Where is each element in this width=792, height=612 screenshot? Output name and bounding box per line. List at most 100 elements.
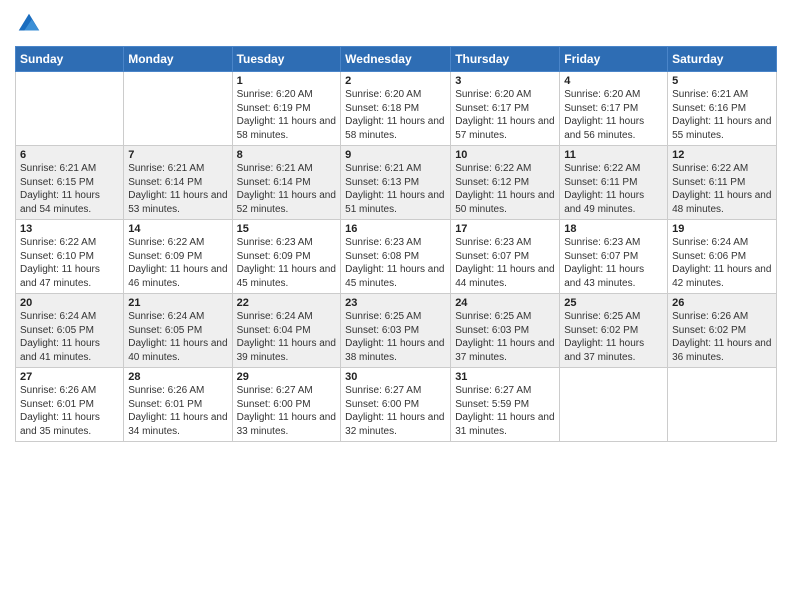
day-number: 8 xyxy=(237,149,337,161)
calendar-cell: 21Sunrise: 6:24 AMSunset: 6:05 PMDayligh… xyxy=(124,294,232,368)
day-number: 30 xyxy=(345,371,446,383)
day-number: 12 xyxy=(672,149,772,161)
day-info: Sunrise: 6:22 AMSunset: 6:11 PMDaylight:… xyxy=(672,162,772,216)
calendar-cell: 22Sunrise: 6:24 AMSunset: 6:04 PMDayligh… xyxy=(232,294,341,368)
day-info: Sunrise: 6:23 AMSunset: 6:09 PMDaylight:… xyxy=(237,236,337,290)
day-info: Sunrise: 6:24 AMSunset: 6:04 PMDaylight:… xyxy=(237,310,337,364)
calendar-cell: 11Sunrise: 6:22 AMSunset: 6:11 PMDayligh… xyxy=(560,146,668,220)
day-info: Sunrise: 6:24 AMSunset: 6:06 PMDaylight:… xyxy=(672,236,772,290)
day-info: Sunrise: 6:26 AMSunset: 6:01 PMDaylight:… xyxy=(128,384,227,438)
calendar-cell: 18Sunrise: 6:23 AMSunset: 6:07 PMDayligh… xyxy=(560,220,668,294)
day-info: Sunrise: 6:21 AMSunset: 6:14 PMDaylight:… xyxy=(237,162,337,216)
day-info: Sunrise: 6:23 AMSunset: 6:08 PMDaylight:… xyxy=(345,236,446,290)
day-info: Sunrise: 6:22 AMSunset: 6:11 PMDaylight:… xyxy=(564,162,663,216)
day-number: 16 xyxy=(345,223,446,235)
day-info: Sunrise: 6:20 AMSunset: 6:19 PMDaylight:… xyxy=(237,88,337,142)
day-number: 7 xyxy=(128,149,227,161)
day-info: Sunrise: 6:23 AMSunset: 6:07 PMDaylight:… xyxy=(455,236,555,290)
day-info: Sunrise: 6:25 AMSunset: 6:03 PMDaylight:… xyxy=(455,310,555,364)
calendar-cell: 28Sunrise: 6:26 AMSunset: 6:01 PMDayligh… xyxy=(124,368,232,442)
calendar-cell: 30Sunrise: 6:27 AMSunset: 6:00 PMDayligh… xyxy=(341,368,451,442)
day-number: 24 xyxy=(455,297,555,309)
calendar-cell: 7Sunrise: 6:21 AMSunset: 6:14 PMDaylight… xyxy=(124,146,232,220)
calendar-cell xyxy=(124,72,232,146)
day-number: 28 xyxy=(128,371,227,383)
calendar-cell xyxy=(16,72,124,146)
day-info: Sunrise: 6:21 AMSunset: 6:13 PMDaylight:… xyxy=(345,162,446,216)
day-number: 11 xyxy=(564,149,663,161)
calendar-cell: 3Sunrise: 6:20 AMSunset: 6:17 PMDaylight… xyxy=(451,72,560,146)
day-number: 21 xyxy=(128,297,227,309)
day-number: 5 xyxy=(672,75,772,87)
day-info: Sunrise: 6:22 AMSunset: 6:12 PMDaylight:… xyxy=(455,162,555,216)
day-info: Sunrise: 6:24 AMSunset: 6:05 PMDaylight:… xyxy=(128,310,227,364)
calendar-cell xyxy=(560,368,668,442)
calendar-cell: 4Sunrise: 6:20 AMSunset: 6:17 PMDaylight… xyxy=(560,72,668,146)
calendar-header-row: SundayMondayTuesdayWednesdayThursdayFrid… xyxy=(16,47,777,72)
calendar-cell xyxy=(668,368,777,442)
calendar-week-row: 20Sunrise: 6:24 AMSunset: 6:05 PMDayligh… xyxy=(16,294,777,368)
day-number: 1 xyxy=(237,75,337,87)
day-number: 22 xyxy=(237,297,337,309)
calendar-cell: 12Sunrise: 6:22 AMSunset: 6:11 PMDayligh… xyxy=(668,146,777,220)
calendar-cell: 19Sunrise: 6:24 AMSunset: 6:06 PMDayligh… xyxy=(668,220,777,294)
calendar-cell: 2Sunrise: 6:20 AMSunset: 6:18 PMDaylight… xyxy=(341,72,451,146)
calendar-cell: 5Sunrise: 6:21 AMSunset: 6:16 PMDaylight… xyxy=(668,72,777,146)
col-header-thursday: Thursday xyxy=(451,47,560,72)
day-number: 17 xyxy=(455,223,555,235)
day-number: 23 xyxy=(345,297,446,309)
day-info: Sunrise: 6:24 AMSunset: 6:05 PMDaylight:… xyxy=(20,310,119,364)
calendar-cell: 14Sunrise: 6:22 AMSunset: 6:09 PMDayligh… xyxy=(124,220,232,294)
calendar-week-row: 6Sunrise: 6:21 AMSunset: 6:15 PMDaylight… xyxy=(16,146,777,220)
calendar-cell: 1Sunrise: 6:20 AMSunset: 6:19 PMDaylight… xyxy=(232,72,341,146)
day-info: Sunrise: 6:25 AMSunset: 6:03 PMDaylight:… xyxy=(345,310,446,364)
day-number: 13 xyxy=(20,223,119,235)
day-number: 2 xyxy=(345,75,446,87)
day-info: Sunrise: 6:26 AMSunset: 6:01 PMDaylight:… xyxy=(20,384,119,438)
day-number: 18 xyxy=(564,223,663,235)
calendar-week-row: 1Sunrise: 6:20 AMSunset: 6:19 PMDaylight… xyxy=(16,72,777,146)
day-info: Sunrise: 6:22 AMSunset: 6:10 PMDaylight:… xyxy=(20,236,119,290)
page: SundayMondayTuesdayWednesdayThursdayFrid… xyxy=(0,0,792,612)
calendar-cell: 31Sunrise: 6:27 AMSunset: 5:59 PMDayligh… xyxy=(451,368,560,442)
calendar-cell: 26Sunrise: 6:26 AMSunset: 6:02 PMDayligh… xyxy=(668,294,777,368)
day-info: Sunrise: 6:27 AMSunset: 5:59 PMDaylight:… xyxy=(455,384,555,438)
day-info: Sunrise: 6:21 AMSunset: 6:16 PMDaylight:… xyxy=(672,88,772,142)
calendar-cell: 13Sunrise: 6:22 AMSunset: 6:10 PMDayligh… xyxy=(16,220,124,294)
day-number: 19 xyxy=(672,223,772,235)
day-number: 9 xyxy=(345,149,446,161)
calendar-cell: 23Sunrise: 6:25 AMSunset: 6:03 PMDayligh… xyxy=(341,294,451,368)
day-info: Sunrise: 6:21 AMSunset: 6:14 PMDaylight:… xyxy=(128,162,227,216)
day-number: 26 xyxy=(672,297,772,309)
calendar-week-row: 13Sunrise: 6:22 AMSunset: 6:10 PMDayligh… xyxy=(16,220,777,294)
calendar-cell: 10Sunrise: 6:22 AMSunset: 6:12 PMDayligh… xyxy=(451,146,560,220)
day-number: 20 xyxy=(20,297,119,309)
day-number: 6 xyxy=(20,149,119,161)
day-number: 4 xyxy=(564,75,663,87)
col-header-saturday: Saturday xyxy=(668,47,777,72)
col-header-tuesday: Tuesday xyxy=(232,47,341,72)
col-header-monday: Monday xyxy=(124,47,232,72)
calendar-cell: 6Sunrise: 6:21 AMSunset: 6:15 PMDaylight… xyxy=(16,146,124,220)
calendar-table: SundayMondayTuesdayWednesdayThursdayFrid… xyxy=(15,46,777,442)
calendar-week-row: 27Sunrise: 6:26 AMSunset: 6:01 PMDayligh… xyxy=(16,368,777,442)
calendar-cell: 27Sunrise: 6:26 AMSunset: 6:01 PMDayligh… xyxy=(16,368,124,442)
day-info: Sunrise: 6:22 AMSunset: 6:09 PMDaylight:… xyxy=(128,236,227,290)
day-number: 3 xyxy=(455,75,555,87)
calendar-cell: 8Sunrise: 6:21 AMSunset: 6:14 PMDaylight… xyxy=(232,146,341,220)
col-header-friday: Friday xyxy=(560,47,668,72)
logo-icon xyxy=(15,10,43,38)
day-number: 27 xyxy=(20,371,119,383)
calendar-cell: 17Sunrise: 6:23 AMSunset: 6:07 PMDayligh… xyxy=(451,220,560,294)
col-header-wednesday: Wednesday xyxy=(341,47,451,72)
day-info: Sunrise: 6:21 AMSunset: 6:15 PMDaylight:… xyxy=(20,162,119,216)
day-number: 10 xyxy=(455,149,555,161)
calendar-cell: 15Sunrise: 6:23 AMSunset: 6:09 PMDayligh… xyxy=(232,220,341,294)
day-info: Sunrise: 6:25 AMSunset: 6:02 PMDaylight:… xyxy=(564,310,663,364)
calendar-cell: 29Sunrise: 6:27 AMSunset: 6:00 PMDayligh… xyxy=(232,368,341,442)
logo xyxy=(15,10,47,38)
day-number: 29 xyxy=(237,371,337,383)
day-info: Sunrise: 6:20 AMSunset: 6:17 PMDaylight:… xyxy=(564,88,663,142)
calendar-cell: 25Sunrise: 6:25 AMSunset: 6:02 PMDayligh… xyxy=(560,294,668,368)
calendar-cell: 20Sunrise: 6:24 AMSunset: 6:05 PMDayligh… xyxy=(16,294,124,368)
